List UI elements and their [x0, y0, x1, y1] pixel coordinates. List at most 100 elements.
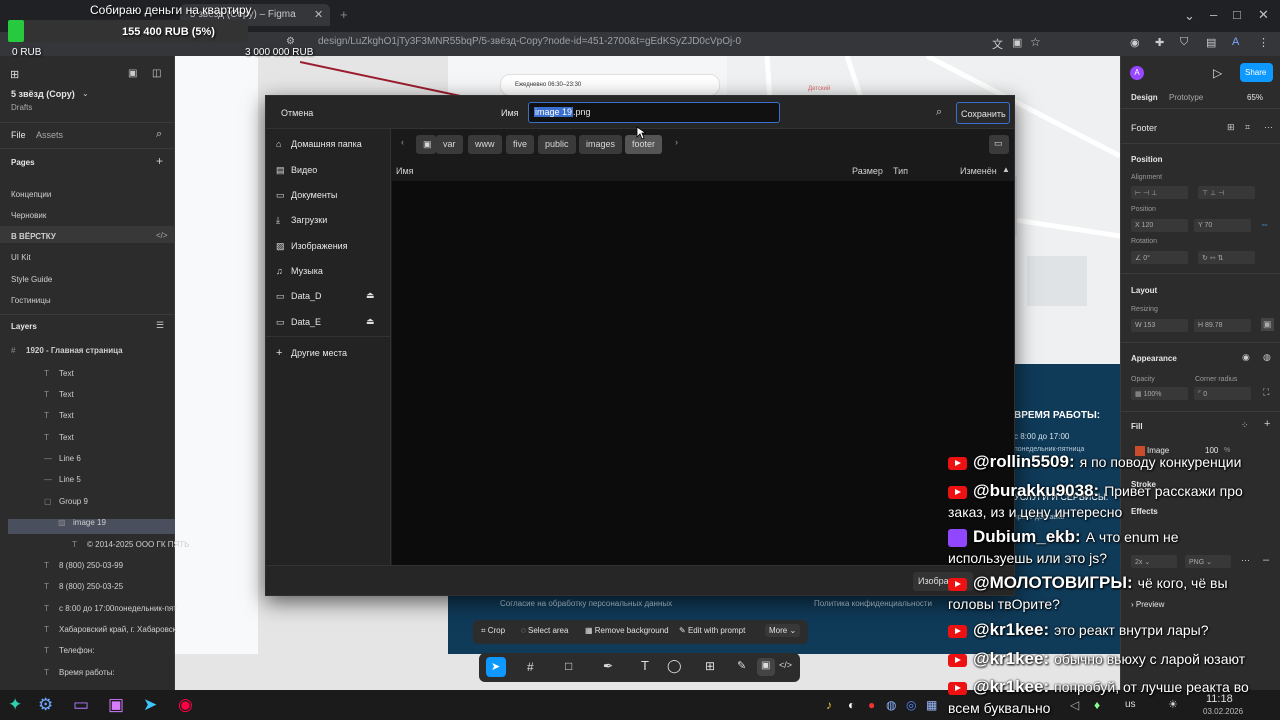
shield-icon[interactable]: ⛉ [1180, 36, 1188, 49]
align-vertical-group[interactable]: ⊤ ⊥ ⊣ [1198, 186, 1255, 199]
dev-mode-icon[interactable]: </> [779, 660, 792, 670]
opacity-field[interactable]: ▦ 100% [1131, 387, 1188, 400]
layer-item[interactable]: Group 9 [59, 497, 88, 506]
place-home[interactable]: Домашняя папка [291, 139, 362, 149]
layer-item[interactable]: 8 (800) 250-03-25 [59, 582, 123, 591]
design-mode-toggle[interactable]: ▣ [757, 658, 775, 676]
layer-frame[interactable]: 1920 - Главная страница [26, 346, 123, 355]
y-field[interactable]: Y 70 [1194, 219, 1251, 232]
page-item[interactable]: Style Guide [11, 275, 52, 284]
discord-icon[interactable]: ◍ [886, 698, 896, 712]
page-item[interactable]: Концепции [11, 190, 51, 199]
minimize-window-icon[interactable]: – [1210, 7, 1217, 22]
page-item[interactable]: Гостиницы [11, 296, 51, 305]
page-item[interactable]: Черновик [11, 211, 46, 220]
independent-corners-icon[interactable]: ⛶ [1263, 387, 1269, 398]
maximize-icon[interactable]: □ [1233, 7, 1241, 22]
eject-icon[interactable]: ⏏ [366, 316, 375, 327]
tab-assets[interactable]: Assets [36, 130, 63, 140]
chevron-down-icon[interactable]: ⌄ [82, 89, 89, 98]
tray-icon[interactable]: ◐ [848, 698, 855, 712]
place-images[interactable]: Изображения [291, 241, 348, 251]
translate-icon[interactable]: 文 [992, 36, 1003, 52]
layers-collapse-icon[interactable]: ☰ [156, 320, 164, 331]
extension-icon[interactable]: ▣ [1012, 36, 1022, 49]
cancel-button[interactable]: Отмена [281, 108, 313, 118]
place-video[interactable]: Видео [291, 165, 317, 175]
place-other[interactable]: Другие места [291, 348, 347, 358]
close-window-icon[interactable]: ✕ [1258, 7, 1269, 23]
export-options-icon[interactable]: ⋯ [1241, 555, 1250, 566]
layer-item[interactable]: Телефон: [59, 646, 94, 655]
blend-icon[interactable]: ◍ [1263, 352, 1271, 363]
filename-input[interactable]: image 19 .png [528, 102, 780, 123]
avatar[interactable]: A [1130, 66, 1144, 80]
sidebar-toggle-icon[interactable]: ◫ [152, 68, 161, 79]
record-icon[interactable]: ● [868, 698, 875, 712]
save-button[interactable]: Сохранить [956, 102, 1010, 124]
consent-link[interactable]: Согласие на обработку персональных данны… [500, 599, 672, 608]
zoom-level[interactable]: 65% [1247, 93, 1263, 102]
layer-item[interactable]: с 8:00 до 17:00понедельник-пят [59, 604, 177, 613]
layer-item[interactable]: Хабаровский край, г. Хабаровск [59, 625, 176, 634]
code-icon[interactable]: </> [156, 231, 168, 240]
crumb[interactable]: public [538, 135, 576, 154]
actions-icon[interactable]: ⊞ [705, 659, 715, 673]
layer-item[interactable]: image 19 [73, 518, 106, 527]
constraints-icon[interactable]: ⇔ [1260, 219, 1269, 229]
search-icon[interactable]: ⌕ [156, 128, 162, 141]
visibility-icon[interactable]: ◉ [1242, 352, 1250, 363]
translate-ext-icon[interactable]: A [1232, 36, 1239, 48]
layer-item[interactable]: Время работы: [59, 668, 115, 677]
crop-button[interactable]: ⌗ Crop [481, 626, 505, 636]
move-tool[interactable]: ➤ [486, 657, 506, 677]
draw-mode-icon[interactable]: ✎ [737, 659, 746, 672]
more-icon[interactable]: ⋯ [1264, 122, 1273, 133]
align-horizontal-group[interactable]: ⊢ ⊣ ⊥ [1131, 186, 1188, 199]
obs-icon[interactable]: ◉ [178, 695, 193, 715]
tab-prototype[interactable]: Prototype [1169, 93, 1203, 102]
share-button[interactable]: Share [1240, 63, 1273, 82]
crumb-back-icon[interactable]: ‹ [401, 137, 404, 147]
crop-icon[interactable]: ⌗ [1245, 122, 1250, 133]
width-field[interactable]: W 153 [1131, 319, 1188, 332]
layer-item[interactable]: © 2014-2025 ООО ГК ПЯТЬ [87, 540, 189, 549]
radius-field[interactable]: ⌜ 0 [1194, 387, 1251, 400]
add-page-icon[interactable]: + [156, 154, 163, 168]
terminal-icon[interactable]: ▣ [108, 695, 124, 715]
place-downloads[interactable]: Загрузки [291, 215, 327, 225]
page-item[interactable]: UI Kit [11, 253, 31, 262]
notification-icon[interactable]: ♪ [826, 698, 832, 712]
comment-tool-icon[interactable]: ◯ [667, 658, 682, 674]
resize-lock-icon[interactable]: ▣ [1261, 318, 1274, 331]
column-modified[interactable]: Изменён [960, 166, 997, 176]
more-button[interactable]: More ⌄ [765, 624, 801, 637]
place-data-e[interactable]: Data_E [291, 317, 321, 327]
crumb-drive-icon[interactable]: ▣ [416, 135, 436, 154]
components-icon[interactable]: ▣ [128, 68, 137, 79]
rectangle-tool-icon[interactable]: □ [565, 659, 572, 673]
text-tool-icon[interactable]: T [641, 658, 649, 673]
browser-icon[interactable]: ◎ [906, 698, 916, 712]
crumb[interactable]: images [579, 135, 623, 154]
layer-item[interactable]: Text [59, 390, 74, 399]
sort-asc-icon[interactable]: ▲ [1002, 165, 1010, 174]
file-list[interactable] [392, 181, 1014, 565]
file-name[interactable]: 5 звёзд (Copy) [11, 89, 75, 99]
layer-item[interactable]: 8 (800) 250-03-99 [59, 561, 123, 570]
rotation-field[interactable]: ∠ 0° [1131, 251, 1188, 264]
remove-export-icon[interactable]: – [1263, 554, 1269, 566]
search-icon[interactable]: ⌕ [936, 106, 942, 119]
figma-menu-icon[interactable]: ⊞ [10, 68, 19, 81]
privacy-link[interactable]: Политика конфиденциальности [814, 599, 932, 608]
remove-background-button[interactable]: ▦ Remove background [585, 626, 669, 635]
profile-icon[interactable]: ◉ [1130, 36, 1140, 49]
crumb[interactable]: five [506, 135, 535, 154]
media-icon[interactable]: ▤ [1206, 36, 1216, 49]
frame-tool-icon[interactable]: # [527, 660, 534, 674]
layer-item[interactable]: Text [59, 411, 74, 420]
select-area-button[interactable]: ◌ Select area [521, 626, 568, 635]
layer-item[interactable]: Line 6 [59, 454, 81, 463]
column-size[interactable]: Размер [852, 166, 883, 176]
menu-icon[interactable]: ⋮ [1258, 36, 1269, 49]
